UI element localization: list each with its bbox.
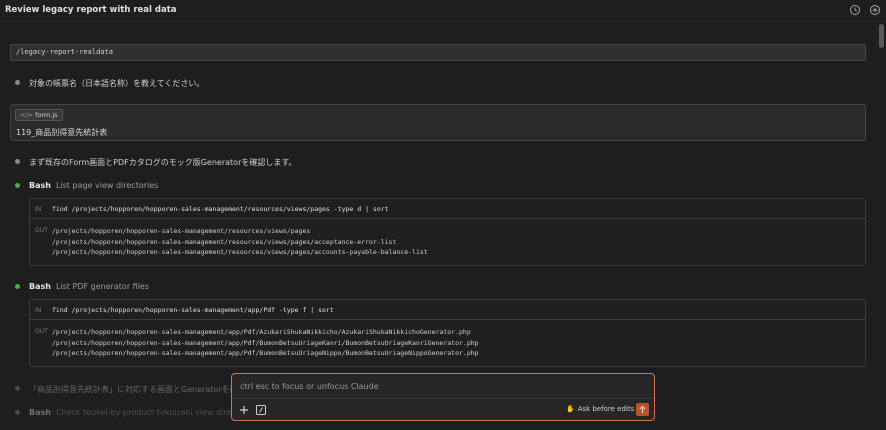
- message-bullet: [15, 80, 20, 85]
- tool-status-dot: [15, 410, 20, 415]
- tool-input-row: IN find /projects/hopporen/hopporen-sale…: [30, 199, 865, 219]
- output-line: /projects/hopporen/hopporen-sales-manage…: [52, 338, 479, 347]
- output-line: /projects/hopporen/hopporen-sales-manage…: [52, 248, 428, 256]
- plus-icon[interactable]: [238, 404, 250, 416]
- output-line: /projects/hopporen/hopporen-sales-manage…: [52, 328, 471, 336]
- output-line: /projects/hopporen/hopporen-sales-manage…: [52, 349, 479, 357]
- tool-io-box: IN find /projects/hopporen/hopporen-sale…: [29, 299, 866, 367]
- permission-mode-button[interactable]: ✋ Ask before edits: [566, 405, 634, 413]
- file-content: 119_商品別得意先統計表: [16, 128, 108, 137]
- tool-input-command: find /projects/hopporen/hopporen-sales-m…: [52, 205, 389, 213]
- tool-description: Check toukei-by-product-tokuisaki view d…: [55, 408, 252, 417]
- tool-header[interactable]: Bash Check toukei-by-product-tokuisaki vi…: [29, 408, 252, 417]
- file-chip-label: form.js: [35, 111, 58, 119]
- prompt-composer[interactable]: ctrl esc to focus or unfocus Claude ✋ Ask…: [231, 373, 655, 421]
- message-bullet: [15, 159, 20, 164]
- message-bullet: [15, 386, 20, 391]
- tool-description: List page view directories: [55, 181, 159, 190]
- assistant-message: まず既存のForm画面とPDFカタログのモック版Generatorを確認します。: [29, 158, 297, 167]
- tool-header[interactable]: Bash List PDF generator files: [29, 282, 149, 291]
- composer-divider: [232, 398, 654, 399]
- tool-input-row: IN find /projects/hopporen/hopporen-sale…: [30, 300, 865, 320]
- attached-file-card: </> form.js 119_商品別得意先統計表: [10, 104, 866, 141]
- send-button[interactable]: [636, 403, 649, 416]
- in-label: IN: [35, 307, 42, 314]
- tool-header[interactable]: Bash List page view directories: [29, 181, 158, 190]
- tool-output: /projects/hopporen/hopporen-sales-manage…: [52, 226, 428, 258]
- out-label: OUT: [35, 328, 48, 335]
- tool-name: Bash: [29, 181, 51, 190]
- new-session-icon[interactable]: [869, 4, 881, 16]
- tool-status-dot: [15, 284, 20, 289]
- prompt-input[interactable]: ctrl esc to focus or unfocus Claude: [240, 382, 379, 391]
- file-chip[interactable]: </> form.js: [15, 109, 63, 121]
- command-text: /legacy-report-realdata: [16, 48, 113, 56]
- history-icon[interactable]: [849, 4, 861, 16]
- permission-mode-label: Ask before edits: [577, 405, 635, 413]
- arrow-up-icon: [639, 405, 646, 413]
- tool-name: Bash: [29, 282, 51, 291]
- session-title: Review legacy report with real data: [5, 5, 177, 15]
- out-label: OUT: [35, 227, 48, 234]
- command-echo: /legacy-report-realdata: [10, 44, 866, 61]
- title-bar: Review legacy report with real data: [0, 0, 886, 22]
- scrollbar-thumb[interactable]: [879, 24, 884, 48]
- tool-input-command: find /projects/hopporen/hopporen-sales-m…: [52, 306, 334, 314]
- output-line: /projects/hopporen/hopporen-sales-manage…: [52, 237, 397, 246]
- tool-name: Bash: [29, 408, 51, 417]
- assistant-message: 「商品別得意先統計表」に対応する画面とGeneratorを確: [29, 385, 238, 394]
- tool-io-box: IN find /projects/hopporen/hopporen-sale…: [29, 198, 866, 266]
- tool-description: List PDF generator files: [55, 282, 150, 291]
- slash-command-icon[interactable]: [255, 404, 267, 416]
- assistant-message: 対象の帳票名（日本語名称）を教えてください。: [29, 79, 205, 88]
- tool-status-dot: [15, 183, 20, 188]
- output-line: /projects/hopporen/hopporen-sales-manage…: [52, 227, 311, 235]
- in-label: IN: [35, 206, 42, 213]
- tool-output: /projects/hopporen/hopporen-sales-manage…: [52, 327, 479, 359]
- scrollbar[interactable]: [876, 22, 886, 430]
- code-icon: </>: [20, 111, 34, 119]
- hand-icon: ✋: [566, 405, 575, 413]
